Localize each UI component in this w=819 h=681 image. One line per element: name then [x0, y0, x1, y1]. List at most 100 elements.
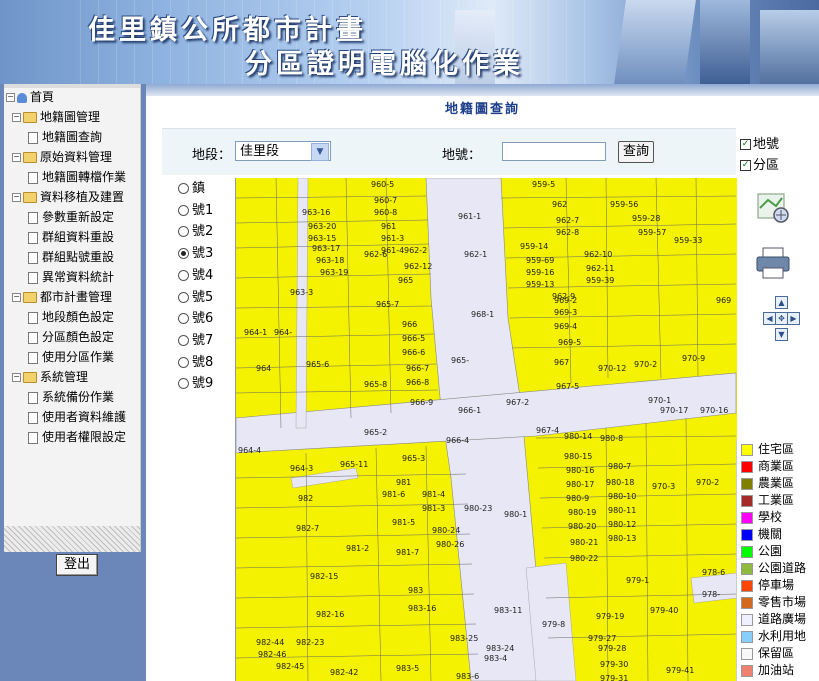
pan-control: ▲ ◀ ✥ ▶ ▼: [763, 296, 800, 344]
tree-node[interactable]: 群組點號重設: [28, 248, 114, 266]
pan-right-icon[interactable]: ▶: [787, 312, 800, 325]
layer-radio[interactable]: 號8: [178, 354, 213, 372]
cadastral-map[interactable]: 960-5 960-7 960-8 961 961-1 963-16 963-20 963-1…: [235, 178, 737, 681]
parcel-label: 982-15: [310, 572, 339, 581]
tree-node[interactable]: − 系統管理: [12, 368, 88, 386]
radio-icon[interactable]: [178, 356, 189, 368]
check-icon[interactable]: ✓: [740, 139, 751, 150]
printer-icon[interactable]: [754, 246, 792, 280]
tree-node[interactable]: 參數重新設定: [28, 208, 114, 226]
legend-swatch: [741, 460, 753, 473]
land-number-input[interactable]: [502, 142, 606, 161]
radio-icon[interactable]: [178, 226, 189, 238]
parcel-label: 966-4: [446, 436, 470, 445]
parcel-label: 959-57: [638, 228, 667, 237]
folder-icon: [23, 372, 37, 383]
tree-node-label[interactable]: 原始資料管理: [40, 150, 112, 164]
layer-radio[interactable]: 號4: [178, 267, 213, 285]
radio-label: 號2: [192, 224, 214, 240]
layer-radio[interactable]: 號2: [178, 223, 213, 241]
tree-node-label[interactable]: 地籍圖轉檔作業: [42, 170, 126, 184]
parcel-label: 962-10: [584, 250, 613, 259]
tree-node-label[interactable]: 群組點號重設: [42, 250, 114, 264]
tree-node[interactable]: − 原始資料管理: [12, 148, 112, 166]
section-select[interactable]: 佳里段 ▼: [235, 141, 331, 161]
collapse-icon[interactable]: −: [12, 373, 21, 382]
tree-node[interactable]: − 地籍圖管理: [12, 108, 100, 126]
tree-node-label[interactable]: 使用分區作業: [42, 350, 114, 364]
tree-node[interactable]: 地籍圖轉檔作業: [28, 168, 126, 186]
legend-label: 停車場: [758, 578, 795, 592]
radio-icon[interactable]: [178, 183, 189, 194]
query-button[interactable]: 查詢: [618, 141, 654, 163]
tree-node-label[interactable]: 異常資料統計: [42, 270, 114, 284]
parcel-label: 968-1: [471, 310, 495, 319]
chevron-down-icon[interactable]: ▼: [311, 143, 329, 161]
tree-node-label[interactable]: 首頁: [30, 90, 54, 104]
tree-node-label[interactable]: 使用者權限設定: [42, 430, 126, 444]
tree-node-label[interactable]: 參數重新設定: [42, 210, 114, 224]
collapse-icon[interactable]: −: [12, 193, 21, 202]
layer-radio[interactable]: 號1: [178, 202, 213, 220]
tree-node[interactable]: 分區顏色設定: [28, 328, 114, 346]
legend-item: 公園道路: [741, 560, 806, 577]
parcel-label: 964: [256, 364, 272, 373]
radio-icon[interactable]: [178, 204, 189, 216]
tree-node[interactable]: 使用者權限設定: [28, 428, 126, 446]
tree-node[interactable]: 使用者資料維護: [28, 408, 126, 426]
tree-node-label[interactable]: 系統備份作業: [42, 390, 114, 404]
tree-node[interactable]: 異常資料統計: [28, 268, 114, 286]
logout-button[interactable]: 登出: [56, 554, 98, 576]
section-label: 地段：: [192, 148, 232, 163]
tree-node-label[interactable]: 地籍圖查詢: [42, 130, 102, 144]
radio-icon[interactable]: [178, 248, 189, 260]
layer-radio[interactable]: 號6: [178, 310, 213, 328]
parcel-label: 981-7: [396, 548, 420, 557]
pan-down-icon[interactable]: ▼: [775, 328, 788, 341]
radio-icon[interactable]: [178, 313, 189, 325]
tree-node[interactable]: − 首頁: [6, 88, 54, 106]
tree-node-label[interactable]: 系統管理: [40, 370, 88, 384]
parcel-label: 960-7: [374, 196, 398, 205]
tree-node-label[interactable]: 地段顏色設定: [42, 310, 114, 324]
tree-node[interactable]: 地段顏色設定: [28, 308, 114, 326]
legend-label: 道路廣場: [758, 612, 807, 626]
checkbox-land-number[interactable]: ✓ 地號: [740, 133, 779, 152]
layer-radio[interactable]: 鎮: [178, 180, 205, 198]
radio-icon[interactable]: [178, 334, 189, 346]
tree-node[interactable]: 系統備份作業: [28, 388, 114, 406]
legend-swatch: [741, 579, 753, 592]
layer-radio[interactable]: 號3: [178, 245, 213, 263]
tree-node[interactable]: 使用分區作業: [28, 348, 114, 366]
check-icon[interactable]: ✓: [740, 160, 751, 171]
legend-label: 加油站: [758, 663, 795, 677]
legend-swatch: [741, 477, 753, 490]
tree-node[interactable]: − 都市計畫管理: [12, 288, 112, 306]
layer-radio[interactable]: 號7: [178, 332, 213, 350]
tree-node-label[interactable]: 使用者資料維護: [42, 410, 126, 424]
tree-node-label[interactable]: 群組資料重設: [42, 230, 114, 244]
parcel-label: 959-16: [526, 268, 555, 277]
legend-swatch: [741, 562, 753, 575]
pan-up-icon[interactable]: ▲: [775, 296, 788, 309]
tree-node[interactable]: 地籍圖查詢: [28, 128, 102, 146]
tree-node-label[interactable]: 地籍圖管理: [40, 110, 100, 124]
collapse-icon[interactable]: −: [12, 113, 21, 122]
tree-node[interactable]: 群組資料重設: [28, 228, 114, 246]
map-zoom-icon[interactable]: [754, 188, 792, 226]
layer-radio[interactable]: 號5: [178, 289, 213, 307]
tree-node-label[interactable]: 資料移植及建置: [40, 190, 124, 204]
collapse-icon[interactable]: −: [12, 293, 21, 302]
layer-radio[interactable]: 號9: [178, 375, 213, 393]
radio-icon[interactable]: [178, 378, 189, 390]
collapse-icon[interactable]: −: [6, 93, 15, 102]
collapse-icon[interactable]: −: [12, 153, 21, 162]
parcel-label: 979-31: [600, 674, 629, 681]
radio-icon[interactable]: [178, 291, 189, 303]
tree-node-label[interactable]: 分區顏色設定: [42, 330, 114, 344]
parcel-label: 966-7: [406, 364, 430, 373]
tree-node[interactable]: − 資料移植及建置: [12, 188, 124, 206]
radio-icon[interactable]: [178, 269, 189, 281]
checkbox-zoning[interactable]: ✓ 分區: [740, 154, 779, 173]
tree-node-label[interactable]: 都市計畫管理: [40, 290, 112, 304]
